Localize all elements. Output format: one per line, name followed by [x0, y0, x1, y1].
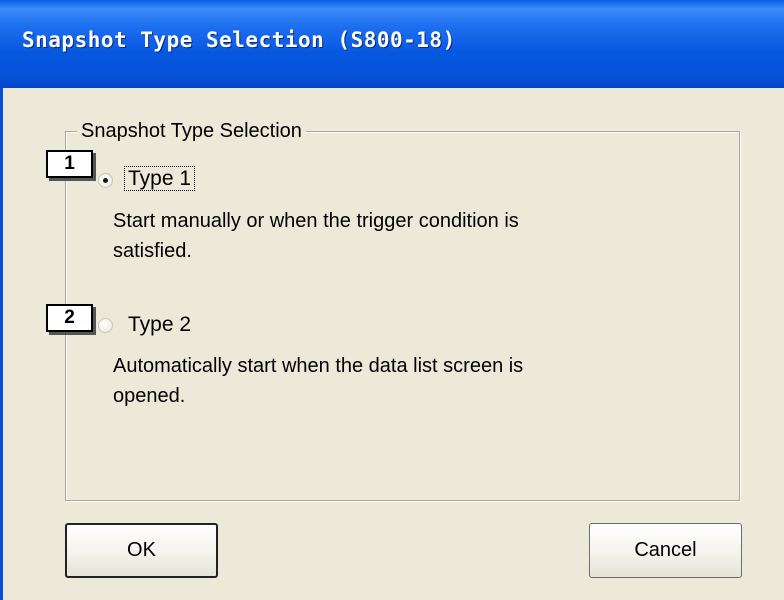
window-title: Snapshot Type Selection (S800-18): [22, 28, 456, 52]
type1-label[interactable]: Type 1: [124, 166, 196, 191]
type2-description-line2: opened.: [113, 385, 186, 407]
type2-description: Automatically start when the data list s…: [113, 351, 673, 411]
cancel-button[interactable]: Cancel: [589, 523, 742, 578]
ok-button[interactable]: OK: [65, 523, 218, 578]
type1-radio[interactable]: [98, 173, 113, 188]
type1-label-text: Type 1: [124, 166, 196, 191]
dialog-window: Snapshot Type Selection (S800-18) Snapsh…: [0, 0, 784, 600]
type1-description-line1: Start manually or when the trigger condi…: [113, 210, 519, 232]
type1-description-line2: satisfied.: [113, 240, 192, 262]
type2-description-line1: Automatically start when the data list s…: [113, 355, 524, 377]
callout-2-marker: 2: [46, 304, 93, 332]
type1-description: Start manually or when the trigger condi…: [113, 206, 673, 266]
type2-radio[interactable]: [98, 318, 113, 333]
type2-label[interactable]: Type 2: [128, 313, 191, 337]
groupbox-legend: Snapshot Type Selection: [77, 120, 306, 143]
title-bar[interactable]: Snapshot Type Selection (S800-18): [0, 0, 784, 88]
callout-1-marker: 1: [46, 150, 93, 178]
radio-selected-dot: [103, 178, 108, 183]
